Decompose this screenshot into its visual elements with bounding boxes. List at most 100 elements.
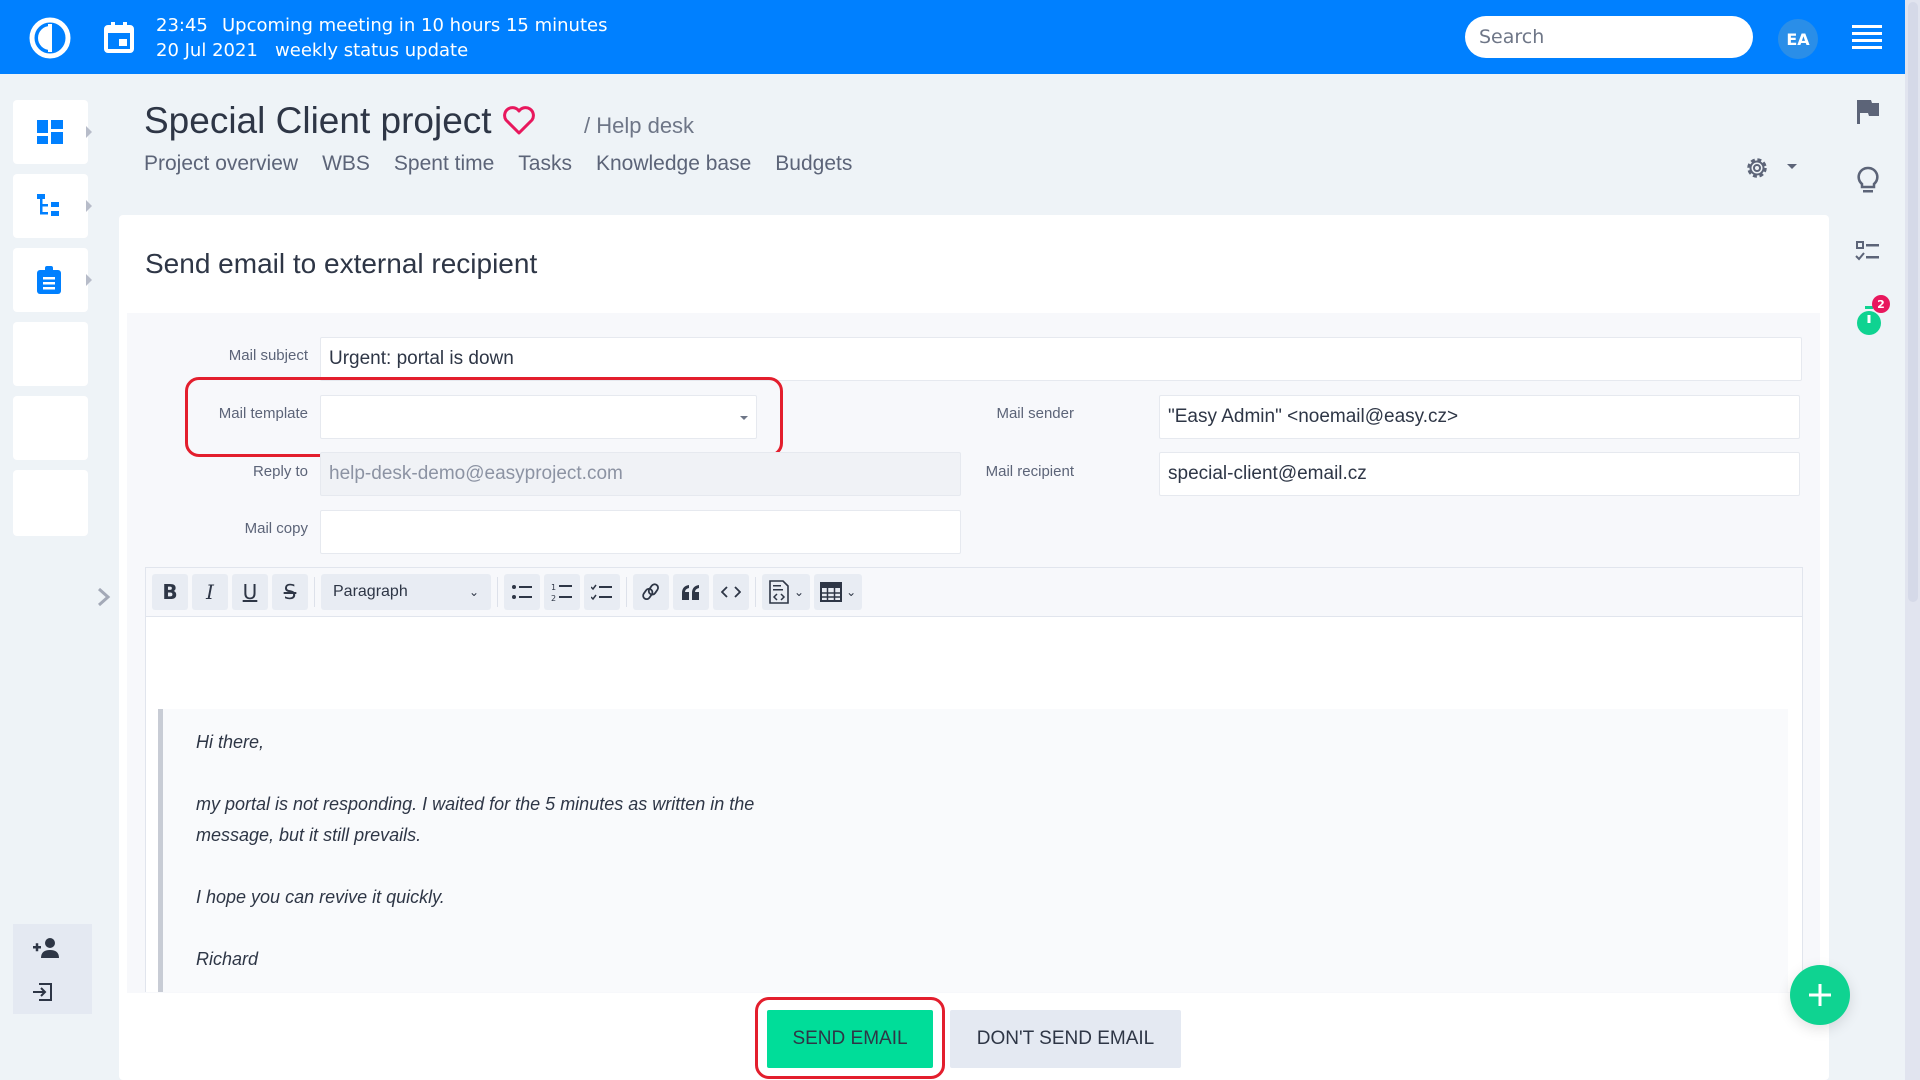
add-user-icon[interactable] (33, 938, 59, 958)
chevron-right-icon (86, 274, 92, 286)
sidebar-item-tasks[interactable] (13, 248, 92, 312)
todo-list-button[interactable] (584, 574, 620, 610)
settings-dropdown-caret-icon[interactable] (1787, 164, 1797, 169)
svg-text:2: 2 (551, 594, 556, 602)
sidebar-item-dashboard[interactable] (13, 100, 92, 164)
tab-tasks[interactable]: Tasks (518, 152, 572, 176)
chevron-down-icon: ⌄ (794, 585, 805, 599)
login-icon[interactable] (33, 982, 55, 1002)
hamburger-menu-icon[interactable] (1852, 25, 1882, 49)
meeting-name: weekly status update (275, 40, 469, 61)
mail-recipient-input[interactable]: special-client@email.cz (1159, 452, 1800, 496)
blockquote-icon (682, 585, 699, 600)
chevron-down-icon: ⌄ (846, 585, 857, 599)
numbered-list-icon: 12 (551, 583, 572, 602)
sidebar-item-empty[interactable] (13, 396, 88, 460)
source-code-icon (769, 580, 789, 604)
italic-button[interactable]: I (192, 574, 228, 610)
chevron-down-icon: ⌄ (468, 585, 479, 599)
lightbulb-icon[interactable] (1855, 166, 1881, 194)
code-icon (721, 586, 741, 598)
bulleted-list-button[interactable] (504, 574, 540, 610)
meeting-text: Upcoming meeting in 10 hours 15 minutes (222, 15, 608, 36)
toolbar-divider (626, 577, 627, 607)
toolbar-divider (755, 577, 756, 607)
project-tabs: Project overview WBS Spent time Tasks Kn… (144, 152, 852, 176)
strikethrough-button[interactable]: S (272, 574, 308, 610)
logo-icon[interactable] (28, 16, 72, 60)
user-avatar[interactable]: EA (1778, 19, 1818, 59)
meeting-time: 23:45 (156, 15, 208, 36)
mail-copy-label: Mail copy (244, 520, 308, 537)
sidebar-item-empty[interactable] (13, 470, 88, 536)
editor-toolbar: B I U S Paragraph ⌄ 12 ⌄ ⌄ (145, 567, 1803, 617)
favorite-heart-icon[interactable] (502, 106, 536, 136)
highlight-mail-template (185, 377, 783, 457)
quote-line: I hope you can revive it quickly. (196, 887, 445, 907)
blockquote-button[interactable] (673, 574, 709, 610)
mail-sender-input[interactable]: "Easy Admin" <noemail@easy.cz> (1159, 395, 1800, 439)
reply-to-input: help-desk-demo@easyproject.com (320, 452, 961, 496)
mail-copy-input[interactable] (320, 510, 961, 554)
toolbar-divider (314, 577, 315, 607)
tab-spent-time[interactable]: Spent time (394, 152, 494, 176)
mail-subject-input[interactable]: Urgent: portal is down (320, 337, 1802, 381)
tab-wbs[interactable]: WBS (322, 152, 370, 176)
source-dropdown-button[interactable]: ⌄ (762, 574, 811, 610)
meeting-date: 20 Jul 2021 (156, 40, 258, 61)
svg-text:1: 1 (551, 583, 556, 592)
quote-line: message, but it still prevails. (196, 825, 422, 845)
numbered-list-button[interactable]: 12 (544, 574, 580, 610)
mail-subject-label: Mail subject (228, 347, 308, 364)
quote-line: my portal is not responding. I waited fo… (196, 794, 755, 814)
toolbar-divider (497, 577, 498, 607)
tab-budgets[interactable]: Budgets (775, 152, 852, 176)
quoted-message[interactable]: Hi there, my portal is not responding. I… (158, 709, 1788, 992)
project-title: Special Client project (144, 100, 536, 142)
wbs-tree-icon (37, 194, 59, 216)
sidebar-item-wbs[interactable] (13, 174, 92, 238)
top-bar: 23:45 Upcoming meeting in 10 hours 15 min… (0, 0, 1905, 74)
highlight-send-email (755, 997, 945, 1079)
search-input[interactable] (1465, 16, 1753, 58)
dont-send-email-button[interactable]: DON'T SEND EMAIL (950, 1010, 1181, 1068)
bold-button[interactable]: B (152, 574, 188, 610)
todo-list-icon (591, 584, 612, 601)
clipboard-icon (37, 266, 61, 294)
mail-sender-label: Mail sender (996, 405, 1074, 422)
table-dropdown-button[interactable]: ⌄ (814, 574, 863, 610)
breadcrumb[interactable]: / Help desk (584, 113, 694, 139)
sidebar-item-empty[interactable] (13, 322, 88, 386)
quote-line: Hi there, (196, 732, 265, 752)
underline-button[interactable]: U (232, 574, 268, 610)
upcoming-meeting[interactable]: 23:45 Upcoming meeting in 10 hours 15 min… (156, 13, 607, 63)
chevron-right-icon (86, 200, 92, 212)
paragraph-style-dropdown[interactable]: Paragraph ⌄ (321, 574, 491, 610)
mail-recipient-label: Mail recipient (985, 463, 1074, 480)
expand-sidebar-icon[interactable] (96, 586, 112, 608)
sidebar-bottom-actions (13, 924, 92, 1014)
plus-icon (1809, 984, 1831, 1006)
gear-icon[interactable] (1743, 154, 1771, 182)
scrollbar-thumb[interactable] (1908, 2, 1918, 602)
table-icon (820, 582, 843, 602)
timer-badge: 2 (1872, 295, 1890, 313)
checklist-icon[interactable] (1855, 238, 1881, 266)
flag-icon[interactable] (1855, 98, 1881, 126)
code-button[interactable] (713, 574, 749, 610)
quote-line: Richard (196, 949, 259, 969)
reply-to-label: Reply to (252, 463, 308, 480)
page-scrollbar[interactable] (1905, 0, 1920, 1080)
tab-project-overview[interactable]: Project overview (144, 152, 298, 176)
add-fab-button[interactable] (1790, 965, 1850, 1025)
page-title: Send email to external recipient (145, 248, 538, 279)
link-button[interactable] (633, 574, 669, 610)
project-title-text: Special Client project (144, 100, 492, 141)
bulleted-list-icon (512, 585, 532, 599)
dashboard-icon (37, 120, 63, 144)
link-icon (642, 583, 659, 601)
calendar-icon[interactable] (104, 21, 134, 53)
tab-knowledge-base[interactable]: Knowledge base (596, 152, 751, 176)
paragraph-style-value: Paragraph (333, 583, 408, 600)
chevron-right-icon (86, 126, 92, 138)
